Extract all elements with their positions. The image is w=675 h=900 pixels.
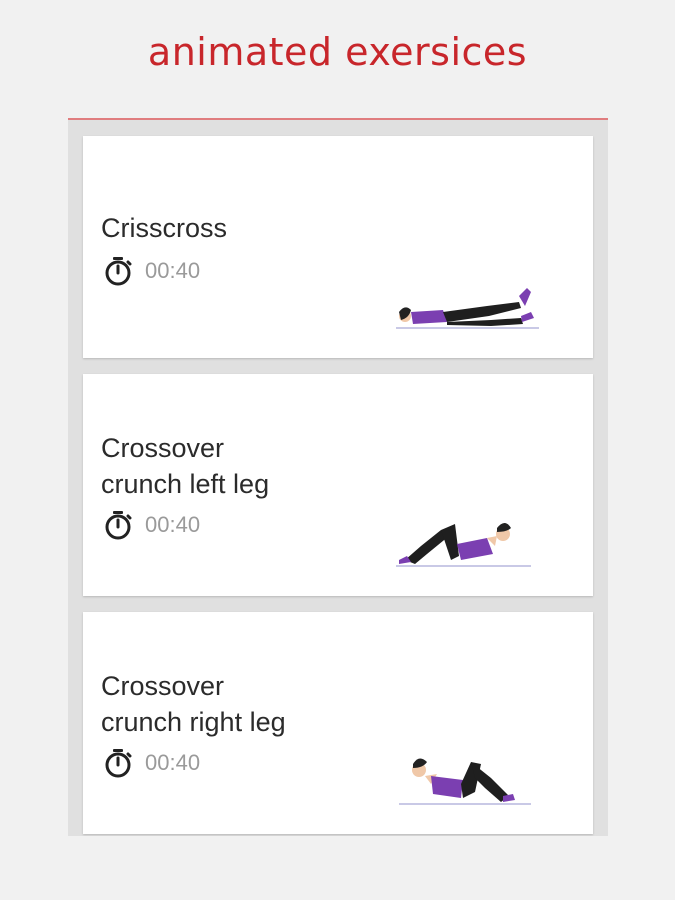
stopwatch-icon (105, 257, 132, 286)
page-title: animated exersices (147, 30, 528, 74)
exercise-card-crisscross[interactable]: Crisscross 00:40 (83, 136, 593, 358)
stopwatch-icon (105, 511, 132, 540)
stopwatch-icon (105, 749, 132, 778)
exercise-duration: 00:40 (103, 254, 200, 288)
exercise-card-crossover-left[interactable]: Crossover crunch left leg 00:40 (83, 374, 593, 596)
exercise-name: Crossover crunch right leg (101, 671, 286, 737)
lying-legs-raised-figure (396, 288, 539, 329)
exercise-name: Crisscross (101, 213, 227, 243)
duration-text: 00:40 (145, 750, 201, 775)
exercise-list-screen[interactable]: Crisscross 00:40 Crossover crunch left l… (68, 118, 608, 836)
crunch-right-figure (399, 758, 531, 805)
exercise-duration: 00:40 (103, 746, 200, 780)
crunch-left-figure (396, 523, 531, 567)
exercise-duration: 00:40 (103, 508, 200, 542)
exercise-name: Crossover crunch left leg (101, 433, 270, 499)
duration-text: 00:40 (145, 258, 201, 283)
app-screenshot: animated exersices Crisscross 00:40 Cros… (0, 0, 675, 900)
exercise-card-crossover-right[interactable]: Crossover crunch right leg 00:40 (83, 612, 593, 834)
duration-text: 00:40 (145, 512, 201, 537)
